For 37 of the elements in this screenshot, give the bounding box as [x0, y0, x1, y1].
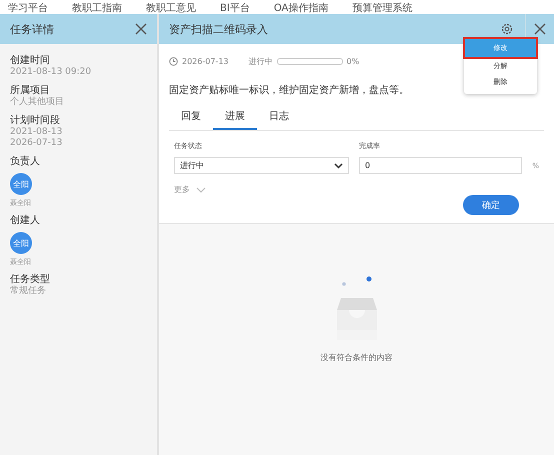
status-text: 进行中 [248, 56, 272, 67]
panel-title: 任务详情 [10, 22, 54, 36]
field-label: 负责人 [10, 155, 41, 168]
avatar: 全阳 [10, 173, 32, 195]
field-value: 2021-08-13 09:20 [10, 67, 92, 78]
progress-reading: 0% [346, 57, 360, 66]
field-value: 2026-07-13 [10, 138, 64, 149]
close-icon[interactable] [534, 23, 546, 35]
empty-message: 没有符合条件的内容 [320, 352, 392, 363]
clock-icon [169, 57, 178, 66]
tab[interactable]: 进展 [213, 107, 257, 130]
field-value: 2021-08-13 [10, 127, 64, 138]
task-description: 固定资产贴标唯一标识，维护固定资产新增，盘点等。 [169, 84, 410, 97]
settings-icon[interactable] [501, 23, 513, 35]
completion-rate-field[interactable]: 0 [359, 157, 522, 174]
nav-link[interactable]: 学习平台 [8, 4, 48, 14]
field-value: 常规任务 [10, 286, 47, 297]
nav-link[interactable]: 教职工指南 [72, 4, 122, 14]
tab[interactable]: 回复 [169, 107, 213, 130]
task-title: 资产扫描二维码录入 [169, 22, 268, 36]
avatar: 全阳 [10, 232, 32, 254]
nav-link[interactable]: BI平台 [220, 4, 250, 14]
field-label: 任务类型 [10, 273, 51, 286]
close-icon[interactable] [135, 23, 147, 35]
status-dropdown[interactable]: 进行中 [174, 157, 349, 174]
field-label: 所属项目 [10, 84, 51, 96]
nav-link[interactable]: 预算管理系统 [352, 4, 412, 14]
tab[interactable]: 日志 [257, 107, 301, 130]
chevron-down-icon [334, 162, 343, 168]
nav-link[interactable]: 教职工意见 [146, 4, 196, 14]
field-value: 个人其他项目 [10, 97, 65, 108]
due-date: 2026-07-13 [182, 57, 228, 66]
nav-link[interactable]: OA操作指南 [274, 4, 328, 14]
field-label: 创建人 [10, 214, 41, 227]
field-label: 计划时间段 [10, 114, 61, 127]
field-label: 创建时间 [10, 54, 51, 67]
confirm-button[interactable]: 确定 [463, 195, 519, 215]
